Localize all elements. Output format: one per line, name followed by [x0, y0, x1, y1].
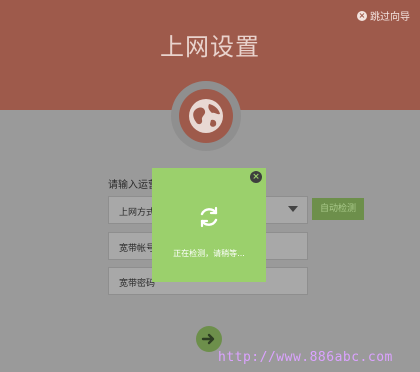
detecting-dialog: × 正在检测，请稍等... [152, 168, 266, 282]
detecting-message: 正在检测，请稍等... [173, 249, 245, 258]
skip-wizard-label: 跳过向导 [370, 12, 410, 23]
arrow-right-icon [201, 333, 215, 345]
close-icon[interactable]: × [250, 171, 262, 183]
globe-badge [171, 81, 241, 151]
connection-type-label: 上网方式 [119, 208, 156, 218]
isp-prompt-label: 请输入运营 [108, 180, 158, 191]
skip-wizard-button[interactable]: × 跳过向导 [357, 8, 410, 23]
refresh-icon [200, 206, 218, 228]
next-button[interactable] [196, 326, 222, 352]
broadband-account-label: 宽带帐号 [119, 244, 156, 254]
auto-detect-button[interactable]: 自动检测 [312, 198, 364, 220]
broadband-password-label: 宽带密码 [119, 279, 156, 289]
chevron-down-icon[interactable] [288, 206, 298, 212]
watermark-text: http://www.886abc.com [218, 350, 393, 365]
globe-icon [179, 89, 233, 143]
page-title: 上网设置 [160, 33, 260, 61]
close-circle-icon: × [357, 10, 367, 21]
